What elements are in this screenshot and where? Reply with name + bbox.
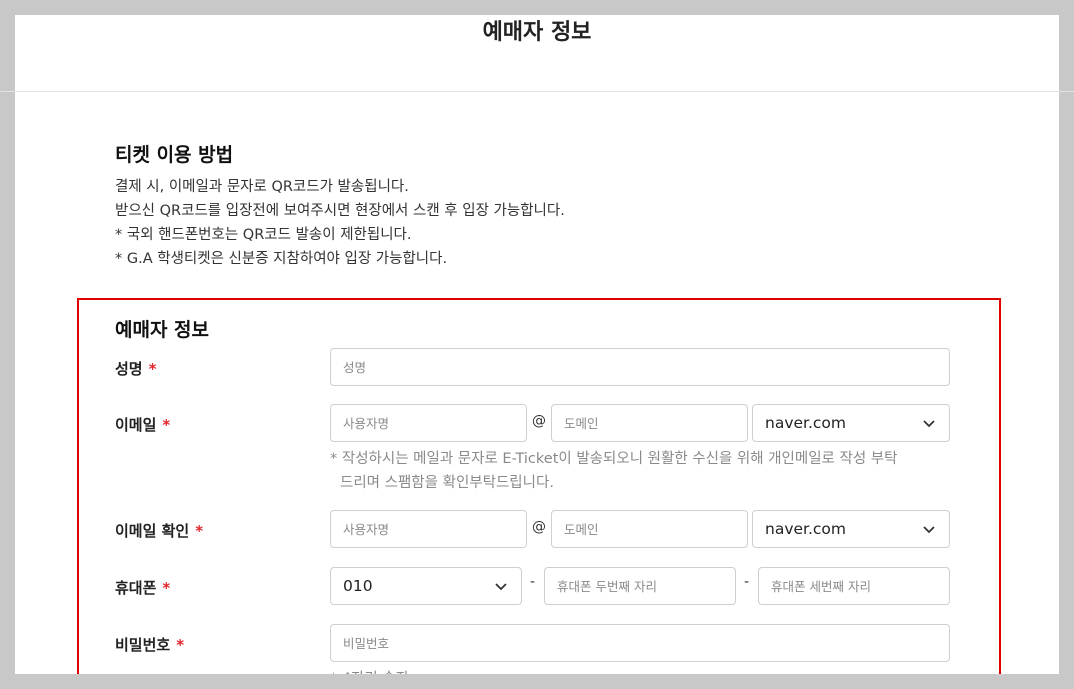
phone-third-input[interactable] bbox=[758, 567, 950, 605]
name-label: 성명 * bbox=[115, 358, 156, 379]
password-input[interactable] bbox=[330, 624, 950, 662]
required-mark: * bbox=[148, 360, 157, 378]
ticket-info-line: * 국외 핸드폰번호는 QR코드 발송이 제한됩니다. bbox=[115, 227, 412, 243]
chevron-down-icon bbox=[923, 526, 935, 534]
page-title: 예매자 정보 bbox=[482, 20, 592, 45]
phone-prefix-select[interactable]: 010 bbox=[330, 567, 522, 605]
name-label-text: 성명 bbox=[115, 360, 143, 378]
email-note-line: * 작성하시는 메일과 문자로 E-Ticket이 발송되오니 원활한 수신을 … bbox=[330, 451, 898, 467]
password-label-text: 비밀번호 bbox=[115, 636, 171, 654]
email-confirm-user-input[interactable] bbox=[330, 510, 527, 548]
phone-dash: - bbox=[744, 574, 750, 590]
ticket-info-line: * G.A 학생티켓은 신분증 지참하여야 입장 가능합니다. bbox=[115, 251, 448, 267]
email-confirm-domain-selected: naver.com bbox=[765, 520, 847, 538]
ticket-info-text: 결제 시, 이메일과 문자로 QR코드가 발송됩니다. 받으신 QR코드를 입장… bbox=[115, 175, 565, 271]
required-mark: * bbox=[195, 522, 204, 540]
email-domain-selected: naver.com bbox=[765, 414, 847, 432]
email-confirm-domain-input[interactable] bbox=[551, 510, 748, 548]
password-label: 비밀번호 * bbox=[115, 634, 184, 655]
ticket-info-title: 티켓 이용 방법 bbox=[115, 144, 234, 166]
required-mark: * bbox=[162, 416, 171, 434]
chevron-down-icon bbox=[495, 583, 507, 591]
email-user-input[interactable] bbox=[330, 404, 527, 442]
ticket-info-line: 받으신 QR코드를 입장전에 보여주시면 현장에서 스캔 후 입장 가능합니다. bbox=[115, 203, 565, 219]
email-domain-select[interactable]: naver.com bbox=[752, 404, 950, 442]
email-domain-input[interactable] bbox=[551, 404, 748, 442]
buyer-section-title: 예매자 정보 bbox=[115, 319, 210, 341]
at-sign: @ bbox=[532, 519, 546, 535]
email-label: 이메일 * bbox=[115, 414, 170, 435]
email-confirm-label-text: 이메일 확인 bbox=[115, 522, 190, 540]
email-confirm-domain-select[interactable]: naver.com bbox=[752, 510, 950, 548]
header-divider bbox=[0, 91, 1074, 92]
email-confirm-label: 이메일 확인 * bbox=[115, 520, 203, 541]
phone-second-input[interactable] bbox=[544, 567, 736, 605]
name-input[interactable] bbox=[330, 348, 950, 386]
ticket-info-line: 결제 시, 이메일과 문자로 QR코드가 발송됩니다. bbox=[115, 179, 409, 195]
phone-prefix-selected: 010 bbox=[343, 577, 373, 595]
email-note: * 작성하시는 메일과 문자로 E-Ticket이 발송되오니 원활한 수신을 … bbox=[330, 447, 897, 495]
phone-label-text: 휴대폰 bbox=[115, 579, 157, 597]
page-bottom-edge bbox=[0, 674, 1074, 689]
required-mark: * bbox=[176, 636, 185, 654]
at-sign: @ bbox=[532, 413, 546, 429]
chevron-down-icon bbox=[923, 420, 935, 428]
phone-label: 휴대폰 * bbox=[115, 577, 170, 598]
email-label-text: 이메일 bbox=[115, 416, 157, 434]
email-note-line: 드리며 스팸함을 확인부탁드립니다. bbox=[340, 475, 554, 491]
required-mark: * bbox=[162, 579, 171, 597]
phone-dash: - bbox=[530, 574, 536, 590]
